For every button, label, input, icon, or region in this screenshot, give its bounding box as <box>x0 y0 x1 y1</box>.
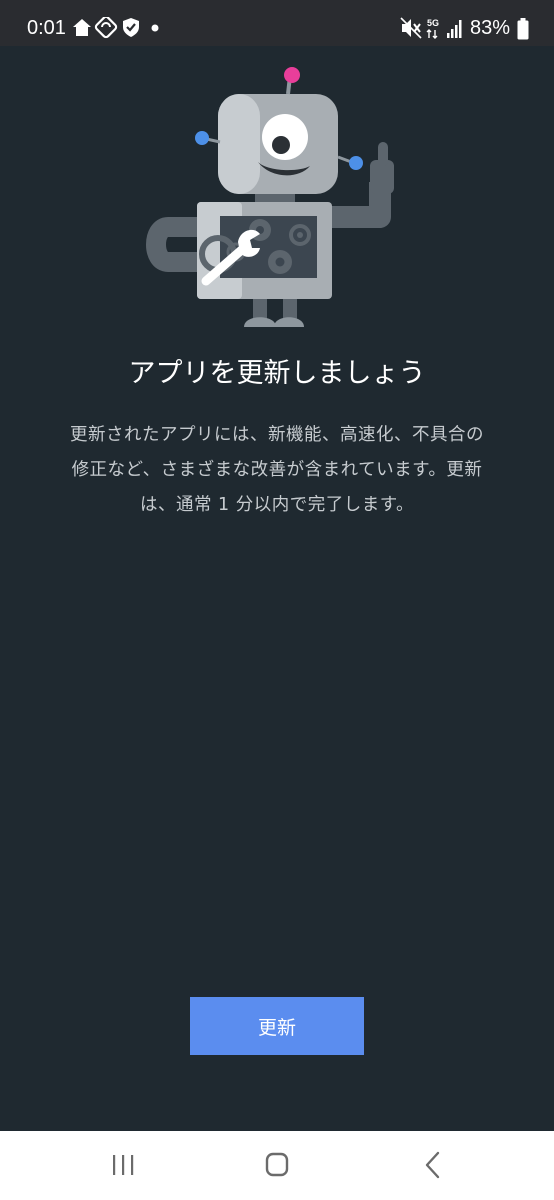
back-icon[interactable] <box>413 1147 453 1183</box>
sync-icon <box>94 17 118 39</box>
antenna-tip <box>284 67 300 83</box>
home-icon[interactable] <box>257 1147 297 1183</box>
navigation-bar <box>0 1131 554 1200</box>
robot-illustration <box>146 67 394 327</box>
dot-icon <box>151 24 159 32</box>
thumbs-up-hand <box>370 142 394 194</box>
shield-check-icon <box>123 18 139 37</box>
update-button[interactable]: 更新 <box>190 997 364 1055</box>
status-time: 0:01 <box>27 17 66 39</box>
signal-icon <box>447 20 462 38</box>
robot-foot-left <box>244 317 276 327</box>
page-title: アプリを更新しましょう <box>128 358 426 389</box>
battery-percentage: 83% <box>470 17 511 39</box>
robot-ear-right <box>349 156 363 170</box>
status-left-icons <box>73 17 159 39</box>
svg-text:5G: 5G <box>427 18 439 28</box>
network-5g-icon: 5G <box>426 18 439 39</box>
home-icon <box>73 19 91 36</box>
robot-foot-right <box>274 317 304 327</box>
mute-icon <box>400 17 422 39</box>
robot-ear-left <box>195 131 209 145</box>
recents-icon[interactable] <box>103 1147 143 1183</box>
status-right-icons: 5G <box>400 17 462 39</box>
description-text: 更新されたアプリには、新機能、高速化、不具合の修正など、さまざまな改善が含まれて… <box>70 425 484 515</box>
status-bar: 0:01 5G 83% <box>0 0 554 46</box>
battery-icon <box>517 18 529 40</box>
